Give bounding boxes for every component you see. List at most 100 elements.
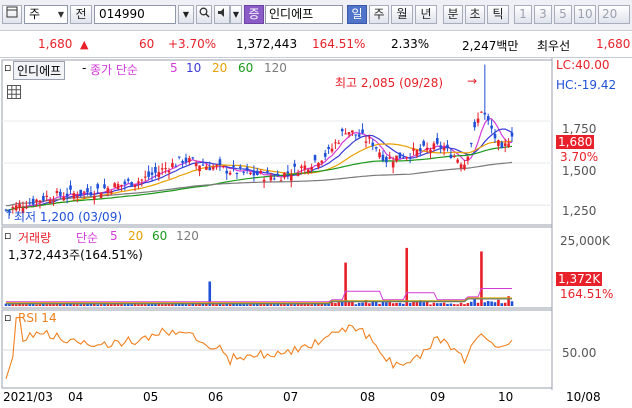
candle-body bbox=[293, 163, 296, 167]
screen-menu-icon[interactable] bbox=[2, 5, 22, 24]
candle-body bbox=[55, 190, 59, 194]
volume-bar bbox=[463, 304, 466, 306]
candle-body bbox=[262, 179, 266, 182]
volume-bar bbox=[374, 301, 378, 306]
volume-bar bbox=[76, 304, 79, 306]
candle-body bbox=[493, 133, 497, 139]
chevron-down-icon[interactable]: ▼ bbox=[178, 5, 194, 24]
market-kind-value: 주 bbox=[29, 7, 41, 21]
price-tick-1750: 1,750 bbox=[562, 122, 597, 136]
hc-label: HC:-19.42 bbox=[556, 78, 617, 92]
candle-body bbox=[486, 116, 490, 121]
candle-body bbox=[476, 118, 480, 123]
period-button-minute[interactable]: 분 bbox=[443, 5, 463, 24]
current-pct-tag: 3.70% bbox=[560, 150, 599, 164]
candle-body bbox=[62, 197, 66, 201]
candle-body bbox=[412, 148, 415, 151]
interval-button-20[interactable]: 20 bbox=[598, 5, 630, 24]
period-button-day[interactable]: 일 bbox=[347, 5, 367, 24]
up-arrow-icon: ▲ bbox=[80, 38, 89, 51]
candle-body bbox=[167, 170, 171, 173]
candle-body bbox=[79, 189, 83, 196]
candle-body bbox=[113, 183, 116, 188]
price-panel-title[interactable]: 인디에프 bbox=[13, 61, 66, 80]
volume-ma-label: 단순 bbox=[76, 231, 99, 245]
speaker-icon[interactable] bbox=[214, 5, 230, 24]
toolbar: 주 ▼ 전 014990 ▼ ▼ 증 인디에프 일 주 월 년 분 초 틱 1 … bbox=[0, 0, 632, 31]
candle-body bbox=[276, 173, 279, 176]
candle-body bbox=[266, 170, 269, 173]
candle-body bbox=[157, 172, 161, 178]
candle-body bbox=[510, 132, 514, 137]
candle-body bbox=[154, 166, 157, 173]
volume-bar bbox=[449, 303, 453, 306]
volume-bar bbox=[439, 303, 442, 306]
volume-bar bbox=[446, 303, 449, 306]
candle-body bbox=[364, 141, 368, 143]
candle-body bbox=[116, 184, 120, 190]
candle-body bbox=[296, 173, 300, 177]
candle-body bbox=[279, 180, 283, 182]
chart-area[interactable]: ▫ 인디에프 - 종가 단순 5 10 20 60 120 최고 2,085 (… bbox=[0, 58, 632, 408]
candle-body bbox=[398, 152, 402, 159]
period-button-month[interactable]: 월 bbox=[391, 5, 413, 24]
candle-body bbox=[351, 130, 354, 133]
price-change-pct: +3.70% bbox=[168, 37, 217, 51]
volume-bar bbox=[497, 299, 500, 306]
period-button-tick[interactable]: 틱 bbox=[487, 5, 509, 24]
candle-body bbox=[208, 167, 212, 171]
candle-body bbox=[211, 166, 215, 170]
volume-bar bbox=[432, 302, 436, 306]
candle-body bbox=[337, 142, 341, 144]
candle-body bbox=[300, 166, 303, 168]
interval-button-1[interactable]: 1 bbox=[514, 5, 532, 24]
candle-body bbox=[466, 156, 470, 161]
candle-body bbox=[388, 157, 392, 159]
candle-body bbox=[340, 128, 344, 132]
period-button-week[interactable]: 주 bbox=[369, 5, 389, 24]
candle-body bbox=[402, 157, 405, 159]
candle-body bbox=[188, 158, 191, 162]
volume-bar bbox=[45, 304, 49, 306]
stock-code-input[interactable]: 014990 bbox=[94, 5, 176, 24]
candle-body bbox=[449, 154, 453, 159]
market-kind-select[interactable]: 주 ▼ bbox=[24, 5, 68, 24]
volume-bar bbox=[486, 301, 490, 306]
current-volume-pct: 164.51% bbox=[560, 287, 614, 301]
volume-bar bbox=[310, 304, 313, 306]
volume-bar bbox=[35, 304, 38, 306]
candle-body bbox=[306, 169, 310, 173]
interval-button-10[interactable]: 10 bbox=[574, 5, 596, 24]
period-button-year[interactable]: 년 bbox=[415, 5, 437, 24]
x-label-08: 08 bbox=[360, 390, 376, 404]
candle-body bbox=[205, 166, 208, 170]
volume-bar bbox=[378, 303, 381, 306]
candle-body bbox=[249, 172, 252, 175]
volume-bar bbox=[38, 304, 42, 306]
interval-button-5[interactable]: 5 bbox=[554, 5, 572, 24]
candle-body bbox=[347, 132, 351, 135]
candle-body bbox=[147, 171, 150, 177]
search-icon[interactable] bbox=[196, 5, 212, 24]
grid-toggle-icon[interactable] bbox=[7, 85, 21, 102]
volume-tick-25000k: 25,000K bbox=[560, 234, 610, 248]
volume-bar bbox=[493, 302, 497, 306]
x-label-05: 05 bbox=[143, 390, 159, 404]
volume-bar bbox=[473, 298, 476, 306]
code-search-button[interactable]: 전 bbox=[70, 5, 92, 24]
interval-button-3[interactable]: 3 bbox=[534, 5, 552, 24]
candle-body bbox=[181, 161, 184, 163]
volume-value: 1,372,443 bbox=[236, 37, 298, 51]
candle-body bbox=[225, 170, 229, 174]
volume-bar bbox=[188, 304, 191, 306]
chevron-down-icon[interactable]: ▼ bbox=[230, 5, 242, 24]
candle-body bbox=[354, 134, 358, 136]
x-label-right: 10/08 bbox=[566, 390, 601, 404]
period-button-second[interactable]: 초 bbox=[465, 5, 485, 24]
arrow-right-icon: → bbox=[467, 74, 478, 88]
volume-bar bbox=[164, 304, 167, 306]
volume-bar bbox=[25, 304, 28, 306]
x-label-07: 07 bbox=[283, 390, 299, 404]
volume-bar bbox=[344, 262, 347, 306]
volume-bar bbox=[435, 303, 439, 306]
